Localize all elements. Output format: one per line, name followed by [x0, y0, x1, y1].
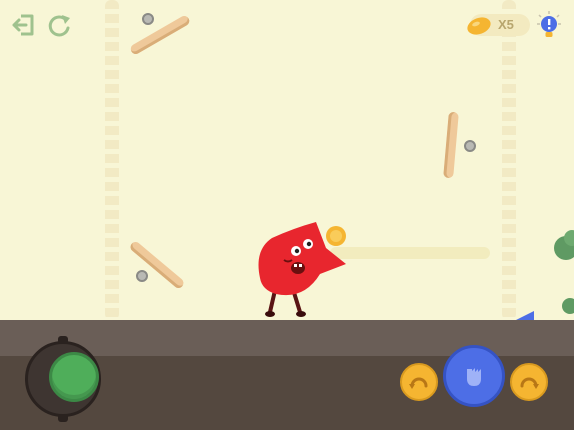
rotate-left-icon — [409, 377, 428, 389]
grab-button[interactable] — [443, 345, 505, 407]
gold-coin[interactable] — [325, 225, 347, 247]
bush-decoration — [554, 230, 574, 314]
grab-hand-icon — [467, 368, 481, 386]
rotate-left-button[interactable] — [400, 363, 438, 401]
restart-arrow-icon — [48, 15, 70, 37]
rotate-right-button[interactable] — [510, 363, 548, 401]
plank-pin — [464, 140, 476, 152]
joystick-nub-top — [58, 336, 68, 344]
wall-stripe-left — [105, 0, 119, 320]
plank-top-left[interactable] — [128, 14, 192, 56]
coin-count: X5 — [498, 17, 514, 32]
hint-button[interactable] — [536, 10, 562, 40]
light-trail — [330, 247, 490, 259]
wall-stripe-right — [502, 0, 516, 320]
plank-right-vertical[interactable] — [443, 111, 459, 179]
lightbulb-hint-icon — [537, 11, 561, 37]
plank-lower-left[interactable] — [128, 239, 186, 291]
joystick-nub-bottom — [58, 414, 68, 422]
plank-pin — [142, 13, 154, 25]
bean-coin-icon — [467, 17, 491, 35]
move-joystick[interactable] — [49, 352, 99, 402]
exit-button[interactable] — [10, 12, 38, 38]
exit-door-icon — [12, 14, 34, 36]
plank-pin — [136, 270, 148, 282]
rotate-right-icon — [520, 377, 539, 389]
restart-button[interactable] — [46, 12, 74, 38]
